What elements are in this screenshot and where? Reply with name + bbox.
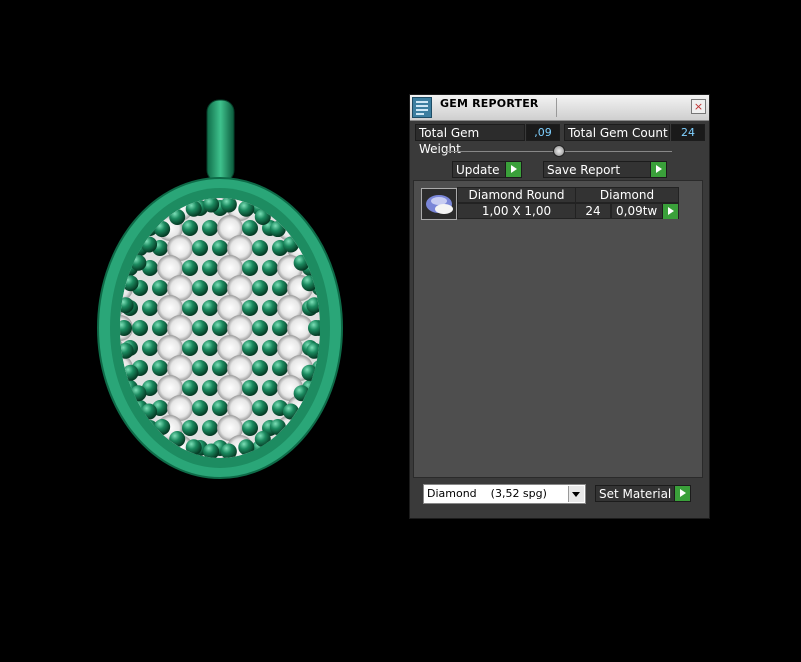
prong-bead: [252, 240, 268, 256]
material-select-value: Diamond (3,52 spg): [427, 487, 547, 500]
gem-material-cell: Diamond: [575, 187, 679, 203]
title-bar[interactable]: GEM REPORTER ×: [410, 95, 709, 121]
prong-bead: [152, 320, 168, 336]
save-report-label: Save Report: [547, 163, 621, 177]
pendant-model: [97, 99, 343, 479]
prong-bead: [262, 380, 278, 396]
play-arrow-icon: [505, 162, 521, 177]
set-material-button[interactable]: Set Material: [595, 485, 691, 502]
prong-bead: [212, 320, 228, 336]
prong-bead: [242, 260, 258, 276]
gem-weight-cell[interactable]: 0,09tw: [611, 203, 679, 219]
gem-size-cell: 1,00 X 1,00: [457, 203, 576, 219]
prong-bead: [132, 320, 148, 336]
prong-bead: [272, 360, 288, 376]
prong-bead: [252, 320, 268, 336]
prong-bead: [182, 220, 198, 236]
dropdown-arrow-icon[interactable]: [568, 486, 584, 502]
prong-bead: [192, 320, 208, 336]
prong-bead: [212, 360, 228, 376]
prong-bead: [272, 320, 288, 336]
splitter-handle[interactable]: [553, 145, 565, 157]
prong-bead: [182, 420, 198, 436]
prong-bead: [202, 340, 218, 356]
prong-bead: [202, 260, 218, 276]
prong-bead: [242, 380, 258, 396]
prong-bead: [252, 280, 268, 296]
prong-bead: [202, 420, 218, 436]
update-label: Update: [456, 163, 500, 177]
gem-reporter-panel: GEM REPORTER × Total Gem Weight ,09 Tota…: [409, 94, 710, 519]
bail: [206, 99, 235, 183]
total-gem-count-label: Total Gem Count: [564, 124, 670, 141]
prong-bead: [242, 340, 258, 356]
prong-bead: [182, 300, 198, 316]
set-material-label: Set Material: [599, 487, 672, 501]
gem-count-cell: 24: [575, 203, 611, 219]
total-gem-count-value: 24: [671, 124, 705, 141]
prong-bead: [212, 280, 228, 296]
prong-bead: [182, 260, 198, 276]
title-divider: [556, 98, 557, 117]
prong-bead: [192, 400, 208, 416]
gem-weight-value: 0,09tw: [616, 204, 658, 218]
play-arrow-icon: [650, 162, 666, 177]
play-arrow-icon: [662, 204, 678, 219]
prong-bead: [142, 300, 158, 316]
diamond-round-thumbnail[interactable]: [421, 188, 457, 220]
save-report-button[interactable]: Save Report: [543, 161, 667, 178]
window-title: GEM REPORTER: [440, 97, 539, 110]
prong-bead: [192, 360, 208, 376]
prong-bead: [202, 300, 218, 316]
prong-bead: [192, 240, 208, 256]
prong-bead: [262, 340, 278, 356]
total-gem-weight-value: ,09: [526, 124, 560, 141]
prong-bead: [152, 360, 168, 376]
gem-reporter-icon: [412, 97, 432, 118]
prong-bead: [152, 280, 168, 296]
prong-bead: [262, 300, 278, 316]
close-button[interactable]: ×: [691, 99, 706, 114]
prong-bead: [242, 220, 258, 236]
prong-bead: [252, 360, 268, 376]
total-gem-weight-label: Total Gem Weight: [415, 124, 525, 156]
material-select[interactable]: Diamond (3,52 spg): [423, 484, 586, 504]
prong-bead: [242, 300, 258, 316]
3d-viewport[interactable]: [0, 0, 400, 658]
prong-bead: [242, 420, 258, 436]
gem-shape-cell: Diamond Round: [457, 187, 576, 203]
prong-bead: [182, 380, 198, 396]
prong-bead: [262, 260, 278, 276]
prong-bead: [272, 280, 288, 296]
play-arrow-icon: [674, 486, 690, 501]
prong-bead: [202, 380, 218, 396]
prong-bead: [212, 400, 228, 416]
update-button[interactable]: Update: [452, 161, 522, 178]
prong-bead: [192, 280, 208, 296]
prong-bead: [182, 340, 198, 356]
prong-bead: [202, 220, 218, 236]
prong-bead: [252, 400, 268, 416]
prong-bead: [142, 340, 158, 356]
gem-list[interactable]: Diamond Round Diamond 1,00 X 1,00 24 0,0…: [413, 180, 703, 478]
prong-bead: [212, 240, 228, 256]
